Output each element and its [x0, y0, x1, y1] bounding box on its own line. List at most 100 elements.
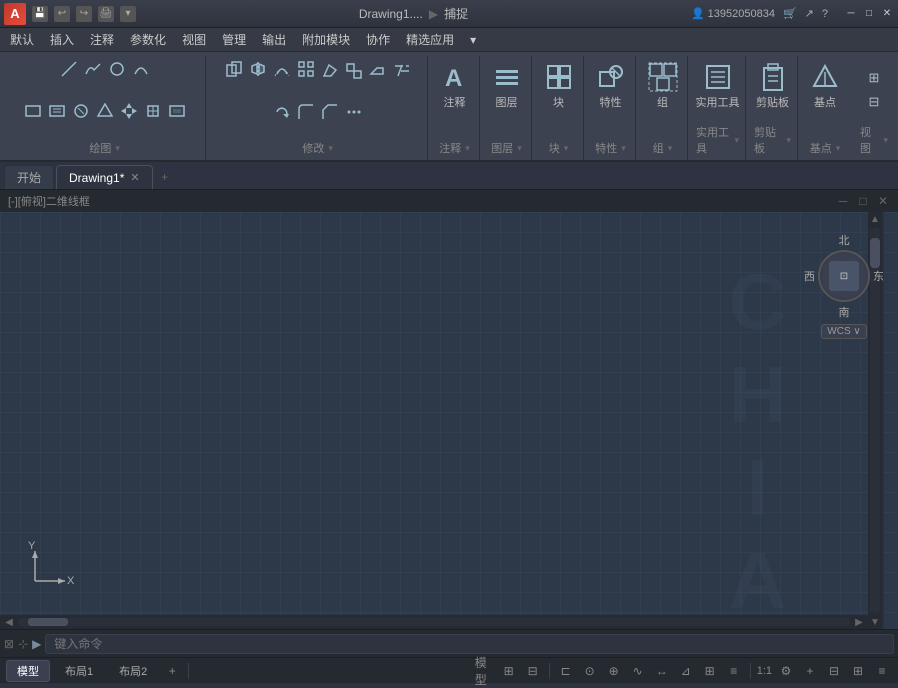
circle-btn[interactable] — [106, 58, 128, 80]
view-collapse-btn[interactable]: ⊟ — [863, 91, 885, 113]
menu-default[interactable]: 默认 — [2, 29, 42, 51]
hatch-btn[interactable] — [46, 100, 68, 122]
menu-output[interactable]: 输出 — [254, 29, 294, 51]
cart-btn[interactable]: 🛒 — [783, 7, 797, 20]
restore-btn[interactable]: □ — [862, 7, 876, 21]
user-label[interactable]: 👤 13952050834 — [691, 7, 775, 20]
basepoint-large-btn[interactable]: 基点 — [803, 58, 847, 114]
menu-more[interactable]: ▾ — [462, 29, 484, 51]
menu-insert[interactable]: 插入 — [42, 29, 82, 51]
polyline-btn[interactable] — [82, 58, 104, 80]
menu-parametric[interactable]: 参数化 — [122, 29, 174, 51]
arc-btn[interactable] — [130, 58, 152, 80]
status-snap-btn[interactable]: ⊟ — [523, 661, 543, 681]
panel-clipboard-label[interactable]: 剪贴板 ▾ — [754, 122, 791, 158]
status-snap2-btn[interactable]: ⊟ — [824, 661, 844, 681]
menu-view[interactable]: 视图 — [174, 29, 214, 51]
annotation-large-btn[interactable]: A 注释 — [433, 58, 477, 114]
minimize-btn[interactable]: ─ — [844, 7, 858, 21]
gradient-btn[interactable] — [70, 100, 92, 122]
status-tab-layout1[interactable]: 布局1 — [54, 660, 104, 682]
panel-group-label[interactable]: 组 ▾ — [644, 138, 681, 158]
command-input[interactable] — [45, 634, 894, 654]
quick-access-save[interactable]: 💾 — [32, 6, 48, 22]
tab-add-btn[interactable]: + — [155, 167, 175, 187]
scroll-up-btn[interactable]: ▲ — [868, 212, 882, 226]
panel-utility-label[interactable]: 实用工具 ▾ — [696, 122, 739, 158]
quick-access-print[interactable]: 🖨 — [98, 6, 114, 22]
scroll-down-btn[interactable]: ▼ — [868, 615, 882, 629]
wcs-label[interactable]: WCS ∨ — [821, 324, 866, 339]
status-more-btn[interactable]: ≡ — [872, 661, 892, 681]
quick-access-undo[interactable]: ↩ — [54, 6, 70, 22]
vp-close-btn[interactable]: ✕ — [876, 194, 890, 208]
menu-addons[interactable]: 附加模块 — [294, 29, 358, 51]
panel-block-label[interactable]: 块 ▾ — [540, 138, 577, 158]
horizontal-scrollbar[interactable]: ◀ ▶ — [0, 615, 868, 629]
offset-btn[interactable] — [271, 58, 293, 80]
view-label-row[interactable]: 视图 ▾ — [860, 122, 888, 158]
more-modify-btn[interactable] — [343, 101, 365, 123]
status-model-btn[interactable]: 模型 — [475, 661, 495, 681]
menu-featured[interactable]: 精选应用 — [398, 29, 462, 51]
menu-annotation[interactable]: 注释 — [82, 29, 122, 51]
explode-btn[interactable] — [142, 100, 164, 122]
vp-minimize-btn[interactable]: ─ — [836, 194, 850, 208]
erase-btn[interactable] — [319, 60, 341, 82]
mirror-btn[interactable] — [247, 58, 269, 80]
panel-properties-label[interactable]: 特性 ▾ — [592, 138, 629, 158]
quick-access-redo[interactable]: ↪ — [76, 6, 92, 22]
line-btn[interactable] — [58, 58, 80, 80]
status-grid-btn[interactable]: ⊞ — [499, 661, 519, 681]
clipboard-large-btn[interactable]: 剪贴板 — [751, 58, 795, 114]
status-otrack-btn[interactable]: ↔ — [652, 661, 672, 681]
array-btn[interactable] — [295, 58, 317, 80]
status-viewport-btn[interactable]: ⊞ — [848, 661, 868, 681]
h-scroll-thumb[interactable] — [28, 618, 68, 626]
chamfer-btn[interactable] — [319, 101, 341, 123]
status-tab-layout2[interactable]: 布局2 — [108, 660, 158, 682]
status-settings-btn[interactable]: ⚙ — [776, 661, 796, 681]
status-ducs-btn[interactable]: ⊿ — [676, 661, 696, 681]
boundary-btn[interactable] — [94, 100, 116, 122]
vp-restore-btn[interactable]: □ — [856, 194, 870, 208]
stretch-btn[interactable] — [367, 60, 389, 82]
status-dynin-btn[interactable]: ⊞ — [700, 661, 720, 681]
tab-drawing1[interactable]: Drawing1* ✕ — [56, 165, 153, 189]
help-btn[interactable]: ? — [822, 8, 828, 20]
view-expand-btn[interactable]: ⊞ — [863, 67, 885, 89]
close-btn[interactable]: ✕ — [880, 7, 894, 21]
layer-large-btn[interactable]: 图层 — [485, 58, 529, 114]
scroll-right-btn[interactable]: ▶ — [852, 616, 866, 628]
tab-drawing1-close[interactable]: ✕ — [130, 171, 139, 184]
add-layout-btn[interactable]: + — [162, 661, 182, 681]
panel-annotation-label[interactable]: 注释 ▾ — [436, 138, 473, 158]
utility-large-btn[interactable]: 实用工具 — [696, 58, 740, 114]
status-ortho-btn[interactable]: ⊏ — [556, 661, 576, 681]
cmd-icon-2[interactable]: ⊹ — [18, 637, 28, 651]
status-tab-model[interactable]: 模型 — [6, 660, 50, 682]
panel-layer-label[interactable]: 图层 ▾ — [488, 138, 525, 158]
trim-btn[interactable] — [391, 60, 413, 82]
fillet-btn[interactable] — [295, 101, 317, 123]
properties-large-btn[interactable]: 特性 — [589, 58, 633, 114]
share-btn[interactable]: ↗ — [805, 7, 814, 20]
copy-btn[interactable] — [223, 58, 245, 80]
rotate-btn[interactable] — [271, 101, 293, 123]
panel-basepoint-label[interactable]: 基点 ▾ — [806, 138, 844, 158]
block-large-btn[interactable]: 块 — [537, 58, 581, 114]
rect-btn[interactable] — [22, 100, 44, 122]
scale-btn[interactable] — [343, 60, 365, 82]
menu-manage[interactable]: 管理 — [214, 29, 254, 51]
group-large-btn[interactable]: 组 — [641, 58, 685, 114]
status-3dosnap-btn[interactable]: ∿ — [628, 661, 648, 681]
quick-access-more[interactable]: ▾ — [120, 6, 136, 22]
panel-modify-label[interactable]: 修改 ▾ — [214, 138, 421, 158]
panel-drawing-label[interactable]: 绘图 ▾ — [10, 138, 199, 158]
status-osnap-btn[interactable]: ⊕ — [604, 661, 624, 681]
status-polar-btn[interactable]: ⊙ — [580, 661, 600, 681]
region-btn[interactable] — [166, 100, 188, 122]
cmd-icon-1[interactable]: ⊠ — [4, 637, 14, 651]
canvas-area[interactable]: CHIA 北 ⊡ 西 东 南 WCS ∨ — [0, 212, 898, 629]
move-btn[interactable] — [118, 100, 140, 122]
